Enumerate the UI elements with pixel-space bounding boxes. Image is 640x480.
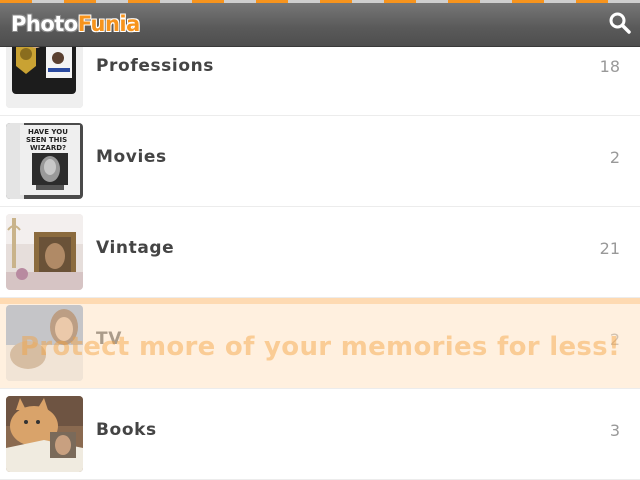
header-stripe <box>0 0 640 3</box>
category-thumbnail: HAVE YOU SEEN THIS WIZARD? <box>6 123 83 199</box>
category-row-vintage[interactable]: Vintage 21 <box>0 207 640 298</box>
category-row-books[interactable]: Books 3 <box>0 389 640 480</box>
category-count: 18 <box>599 57 620 76</box>
category-list: FBI Professions 18 HAVE YOU SEEN THIS WI… <box>0 25 640 480</box>
wanted-poster-photo: HAVE YOU SEEN THIS WIZARD? <box>6 123 83 199</box>
category-thumbnail <box>6 214 83 290</box>
logo-photo-text: Photo <box>11 12 78 36</box>
category-count: 21 <box>599 239 620 258</box>
promo-banner-text: Protect more of your memories for less! <box>19 332 621 362</box>
svg-text:WIZARD?: WIZARD? <box>30 144 66 152</box>
category-thumbnail <box>6 396 83 472</box>
vintage-frame-photo <box>6 214 83 290</box>
category-count: 3 <box>609 421 620 440</box>
promo-banner-overlay[interactable]: Protect more of your memories for less! <box>0 298 640 388</box>
category-row-movies[interactable]: HAVE YOU SEEN THIS WIZARD? Movies 2 <box>0 116 640 207</box>
category-label: Vintage <box>96 238 175 258</box>
category-label: Professions <box>96 56 215 76</box>
category-count: 2 <box>609 148 620 167</box>
search-icon <box>609 12 631 34</box>
photofunia-logo[interactable]: Photo Funia <box>11 10 140 38</box>
svg-text:SEEN THIS: SEEN THIS <box>26 136 67 144</box>
top-bar: Photo Funia <box>0 0 640 47</box>
category-label: Books <box>96 420 157 440</box>
svg-text:HAVE YOU: HAVE YOU <box>28 128 68 136</box>
category-label: Movies <box>96 147 167 167</box>
cat-book-photo <box>6 396 83 472</box>
logo-funia-text: Funia <box>77 12 141 36</box>
search-button[interactable] <box>606 9 634 37</box>
